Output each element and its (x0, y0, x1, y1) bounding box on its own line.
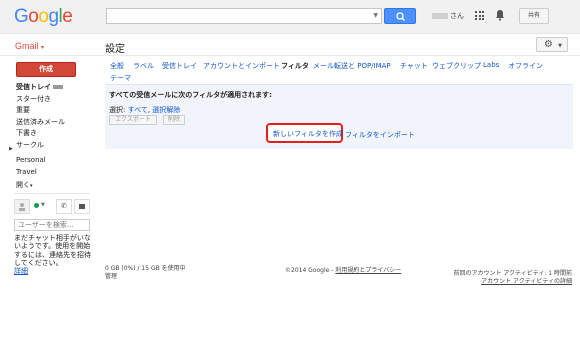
redacted-name (432, 13, 448, 19)
sidebar-item-label: 重要 (16, 106, 30, 115)
chevron-down-icon: ▼ (558, 43, 562, 49)
chat-info-text: まだチャット相手がいないようです。使用を開始するには、連絡先を招待してください。 (14, 234, 91, 267)
account-name[interactable]: さん (432, 11, 464, 21)
create-filter-button[interactable]: 新しいフィルタを作成 (266, 123, 343, 143)
unread-count-badge (53, 85, 63, 89)
tab-themes[interactable]: テーマ (110, 73, 131, 83)
logo-letter: o (38, 6, 49, 27)
username-suffix: さん (450, 12, 464, 20)
storage-text: 0 GB (0%) / 15 GB を使用中 (105, 265, 186, 272)
page-title: 設定 (105, 44, 125, 55)
sidebar-item-label: 受信トレイ (16, 83, 51, 91)
tab-inbox[interactable]: 受信トレイ (162, 61, 197, 71)
sidebar-item-travel[interactable]: Travel (16, 168, 37, 176)
google-logo[interactable]: Google (14, 6, 73, 28)
last-activity-text: 前回のアカウント アクティビティ: 1 時間前 (453, 270, 572, 277)
logo-letter: g (48, 6, 59, 27)
sidebar-item-label: 送信済みメール (16, 117, 65, 126)
import-filters-link[interactable]: フィルタをインポート (345, 130, 415, 140)
sidebar-item-label: スター付き (16, 94, 51, 103)
tab-labs[interactable]: Labs (483, 61, 499, 69)
status-online-icon[interactable] (34, 203, 39, 208)
storage-manage-link[interactable]: 管理 (105, 273, 117, 280)
sidebar-item-starred[interactable]: スター付き (16, 94, 98, 106)
phone-icon: ✆ (61, 202, 67, 210)
tab-labels[interactable]: ラベル (133, 61, 154, 71)
search-button[interactable] (384, 8, 416, 24)
gear-icon: ⚙ (544, 39, 553, 50)
sidebar-item-more[interactable]: 開く▾ (16, 180, 33, 190)
select-label: 選択: (109, 106, 128, 114)
logo-letter: o (28, 6, 39, 27)
apps-grid-icon[interactable] (475, 11, 484, 20)
search-input[interactable] (107, 9, 367, 23)
account-activity: 前回のアカウント アクティビティ: 1 時間前 アカウント アクティビティの詳細 (440, 270, 572, 286)
footer-copyright: ©2014 Google - 利用規約とプライバシー (285, 265, 401, 274)
chat-empty-message: まだチャット相手がいないようです。使用を開始するには、連絡先を招待してください。… (14, 234, 96, 275)
chevron-down-icon[interactable]: ▼ (41, 202, 45, 208)
chat-learn-more-link[interactable]: 詳細 (14, 267, 28, 275)
compose-button[interactable]: 作成 (16, 62, 76, 77)
top-bar: Google ▼ さん 共有 (0, 0, 580, 34)
copyright-text: ©2014 Google - (285, 267, 336, 274)
storage-usage: 0 GB (0%) / 15 GB を使用中 管理 (105, 265, 195, 281)
tab-web-clips[interactable]: ウェブクリップ (432, 61, 481, 71)
phone-call-button[interactable]: ✆ (56, 199, 72, 214)
sidebar-item-circles[interactable]: サークル (16, 140, 98, 152)
create-filter-link[interactable]: 新しいフィルタを作成 (273, 129, 343, 139)
share-button[interactable]: 共有 (519, 8, 549, 24)
tab-offline[interactable]: オフライン (508, 61, 543, 71)
gmail-menu[interactable]: Gmail ▾ (15, 41, 44, 51)
sidebar-item-inbox[interactable]: 受信トレイ (16, 82, 98, 94)
video-camera-icon (79, 204, 85, 209)
tab-chat[interactable]: チャット (400, 61, 428, 71)
terms-privacy-link[interactable]: 利用規約とプライバシー (335, 267, 401, 274)
sidebar-item-label: 下書き (16, 129, 37, 138)
gmail-caret-icon: ▾ (41, 45, 45, 51)
activity-details-link[interactable]: アカウント アクティビティの詳細 (481, 278, 572, 285)
search-options-caret-icon[interactable]: ▼ (373, 12, 378, 19)
expand-circles-icon[interactable]: ▶ (9, 146, 13, 152)
export-button[interactable]: エクスポート (109, 115, 157, 125)
notifications-bell-icon[interactable] (495, 9, 505, 21)
person-icon (19, 203, 25, 211)
sidebar-item-label: 開く (16, 181, 30, 189)
sidebar-item-drafts[interactable]: 下書き (16, 128, 98, 140)
search-icon (396, 12, 405, 21)
sidebar-item-sent[interactable]: 送信済みメール (16, 117, 98, 129)
chat-search-input[interactable] (14, 219, 90, 231)
sidebar-item-label: サークル (16, 140, 44, 149)
header-divider (0, 55, 580, 56)
chat-divider (14, 193, 90, 194)
select-none-link[interactable]: 選択解除 (152, 106, 180, 114)
filters-heading: すべての受信メールに次のフィルタが適用されます: (109, 91, 272, 99)
gmail-label: Gmail (15, 41, 39, 51)
logo-letter: e (62, 6, 73, 27)
tab-general[interactable]: 全般 (110, 61, 124, 71)
video-call-button[interactable] (74, 199, 90, 214)
chat-toolbar: ▼ ✆ (14, 199, 90, 214)
select-all-link[interactable]: すべて (128, 106, 148, 114)
avatar[interactable] (14, 199, 30, 214)
sidebar-nav: 受信トレイ スター付き 重要 送信済みメール 下書き サークル (16, 82, 98, 152)
filters-panel: すべての受信メールに次のフィルタが適用されます: 選択: すべて, 選択解除 エ… (105, 84, 573, 149)
settings-gear-button[interactable]: ⚙ ▼ (536, 37, 568, 52)
tab-filters[interactable]: フィルタ (281, 61, 309, 71)
sidebar-item-personal[interactable]: Personal (16, 156, 46, 164)
filter-select-row: 選択: すべて, 選択解除 (109, 105, 180, 115)
chevron-down-icon: ▾ (30, 183, 33, 189)
tab-accounts-import[interactable]: アカウントとインポート (203, 61, 280, 71)
delete-button[interactable]: 削除 (163, 115, 185, 125)
sidebar-item-important[interactable]: 重要 (16, 105, 98, 117)
logo-letter: G (14, 6, 29, 27)
search-box[interactable]: ▼ (106, 8, 382, 24)
tab-forwarding-pop-imap[interactable]: メール転送と POP/IMAP (313, 61, 391, 71)
